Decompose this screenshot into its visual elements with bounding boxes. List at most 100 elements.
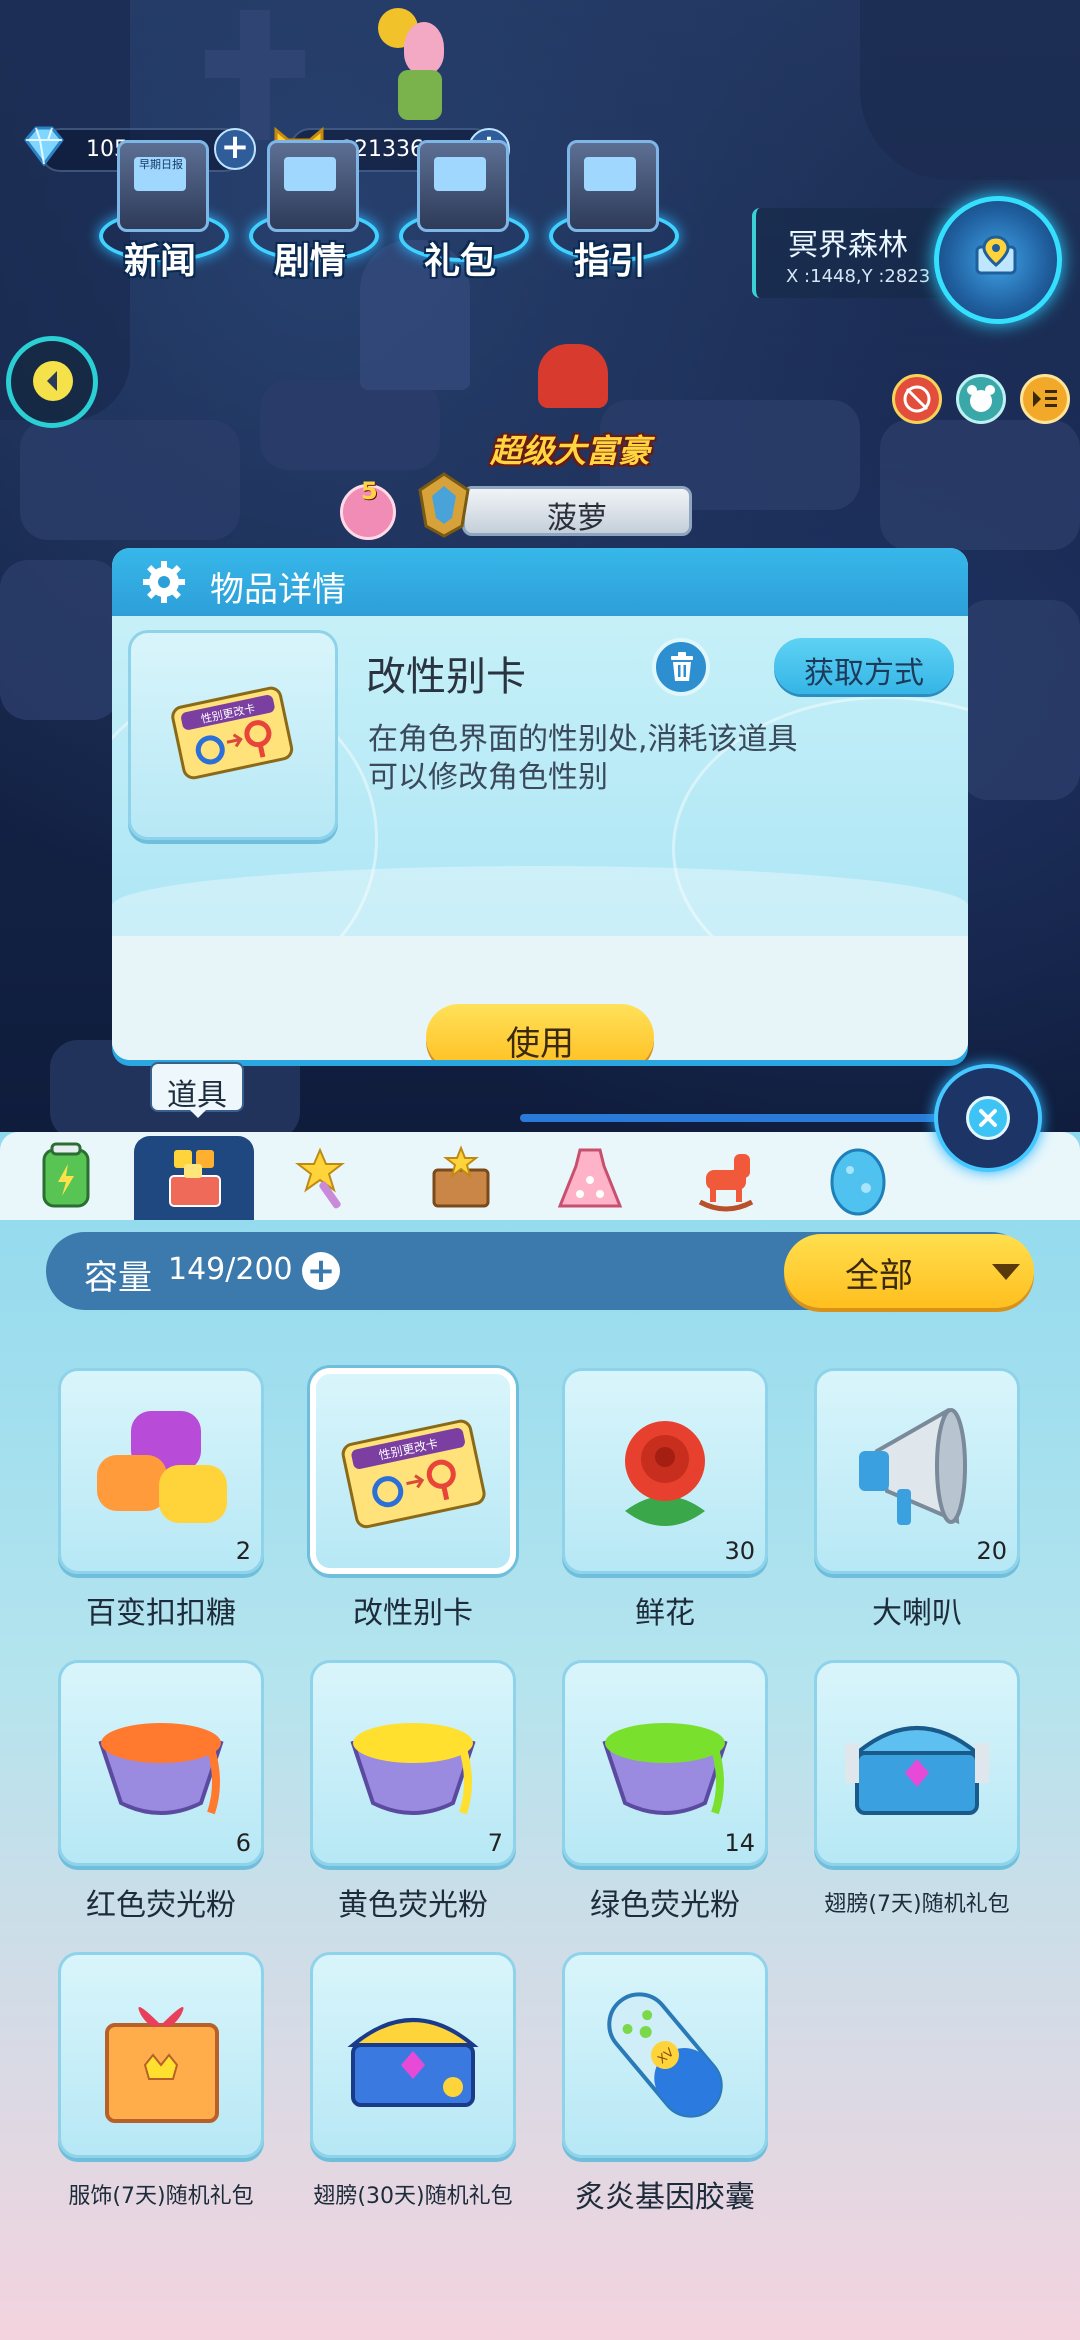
yellow-powder-bowl-icon xyxy=(350,1723,476,1815)
obtain-method-label: 获取方式 xyxy=(804,656,924,691)
no-mute-icon[interactable] xyxy=(892,374,942,424)
inventory-slot-red-powder[interactable]: 6 xyxy=(58,1660,264,1866)
level-badge: 5 xyxy=(340,477,396,540)
item-name: 改性别卡 xyxy=(353,1596,473,1631)
inventory-slot-wing-30d[interactable] xyxy=(310,1952,516,2158)
item-name: 黄色荧光粉 xyxy=(338,1888,488,1923)
close-icon xyxy=(966,1096,1010,1140)
delete-item-button[interactable] xyxy=(652,638,710,696)
tab-consumables[interactable] xyxy=(6,1140,126,1220)
trophy-box-icon xyxy=(432,1145,490,1208)
gift-button[interactable]: 礼包 xyxy=(395,140,529,290)
location-coords: X :1448,Y :2823 xyxy=(786,266,931,287)
inventory-slot-gene-capsule[interactable]: XV xyxy=(562,1952,768,2158)
tab-fashion[interactable] xyxy=(530,1140,650,1220)
inventory-slot-wing-7d[interactable] xyxy=(814,1660,1020,1866)
inventory-slot-gender-card[interactable]: 性别更改卡 xyxy=(310,1368,516,1574)
player-name-plate: 菠萝 xyxy=(462,486,692,536)
item-count: 7 xyxy=(487,1829,503,1857)
inventory-slot-green-powder[interactable]: 14 xyxy=(562,1660,768,1866)
gear-icon xyxy=(142,560,186,604)
treasure-chest-icon xyxy=(845,1726,989,1815)
close-bag-button[interactable] xyxy=(934,1064,1042,1172)
gift-label: 礼包 xyxy=(423,241,496,282)
magic-wand-icon xyxy=(295,1147,345,1209)
guide-label: 指引 xyxy=(573,241,646,282)
item-name: 红色荧光粉 xyxy=(86,1888,236,1923)
item-count: 14 xyxy=(724,1829,755,1857)
gummy-candy-icon xyxy=(97,1411,227,1523)
progress-line xyxy=(520,1114,940,1122)
expand-capacity-button[interactable]: + xyxy=(302,1252,340,1290)
guide-machine-icon xyxy=(567,140,659,232)
tab-magic[interactable] xyxy=(266,1140,386,1220)
battery-icon xyxy=(42,1142,90,1208)
news-screen-text: 早期日报 xyxy=(139,158,183,171)
item-name: 服饰(7天)随机礼包 xyxy=(68,2184,254,2209)
rocking-horse-icon xyxy=(698,1154,754,1212)
filter-dropdown[interactable]: 全部 xyxy=(784,1234,1034,1308)
player-name: 菠萝 xyxy=(547,501,607,536)
back-arrow-button[interactable] xyxy=(6,336,98,428)
pet-icon[interactable] xyxy=(956,374,1006,424)
tab-eggs[interactable] xyxy=(798,1140,918,1220)
detail-title: 物品详情 xyxy=(210,570,346,610)
tab-props[interactable] xyxy=(134,1136,254,1220)
inventory-slot-outfit-7d[interactable] xyxy=(58,1952,264,2158)
egg-icon xyxy=(830,1148,886,1216)
detail-header: 物品详情 xyxy=(112,548,968,616)
inventory-panel: 容量 149/200 + 全部 2 性别更改卡 30 20 百变扣扣糖 改性别卡… xyxy=(0,1132,1080,2340)
use-button[interactable]: 使用 xyxy=(426,1004,654,1060)
news-button[interactable]: 早期日报 新闻 xyxy=(95,140,229,290)
story-button[interactable]: 剧情 xyxy=(245,140,379,290)
use-button-label: 使用 xyxy=(506,1024,574,1060)
capsule-icon: XV xyxy=(607,1992,723,2118)
gender-card-icon: 性别更改卡 xyxy=(341,1419,486,1529)
item-name: 百变扣扣糖 xyxy=(86,1596,236,1631)
news-machine-icon xyxy=(117,140,209,232)
filter-selected: 全部 xyxy=(845,1256,913,1296)
detail-item-slot: 性别更改卡 xyxy=(128,630,338,840)
story-machine-icon xyxy=(267,140,359,232)
treasure-chest-icon xyxy=(347,2018,479,2107)
detail-body: 性别更改卡 改性别卡 获取方式 在角色界面的性别处,消耗该道具 可以修改角色性别 xyxy=(112,616,968,1002)
capacity-label: 容量 xyxy=(84,1258,152,1298)
inventory-slot-megaphone[interactable]: 20 xyxy=(814,1368,1020,1574)
location-name: 冥界森林 xyxy=(788,228,908,263)
obtain-method-button[interactable]: 获取方式 xyxy=(774,638,954,694)
item-name: 翅膀(7天)随机礼包 xyxy=(824,1892,1010,1917)
guide-button[interactable]: 指引 xyxy=(545,140,679,290)
capacity-value: 149/200 xyxy=(168,1252,293,1287)
gift-box-icon xyxy=(105,2007,219,2123)
item-description-line-2: 可以修改角色性别 xyxy=(368,760,608,795)
diamond-icon xyxy=(18,120,68,170)
red-powder-bowl-icon xyxy=(98,1723,224,1815)
item-name: 大喇叭 xyxy=(872,1596,962,1631)
arrow-left-icon xyxy=(33,361,73,401)
item-count: 2 xyxy=(235,1537,251,1565)
props-box-icon xyxy=(169,1150,221,1207)
news-label: 新闻 xyxy=(123,241,196,282)
item-name: 翅膀(30天)随机礼包 xyxy=(313,2184,513,2209)
detail-footer: 使用 xyxy=(112,936,968,1060)
tab-furniture[interactable] xyxy=(400,1140,520,1220)
tab-toys[interactable] xyxy=(666,1140,786,1220)
gift-machine-icon xyxy=(417,140,509,232)
inventory-slot-yellow-powder[interactable]: 7 xyxy=(310,1660,516,1866)
chevron-down-icon xyxy=(992,1264,1020,1280)
character-sprite xyxy=(378,0,448,120)
inventory-slot-candy[interactable]: 2 xyxy=(58,1368,264,1574)
item-name: 炙炎基因胶囊 xyxy=(575,2180,755,2215)
rich-character-icon xyxy=(538,344,608,408)
list-menu-icon[interactable] xyxy=(1020,374,1070,424)
map-pin-icon xyxy=(971,231,1021,281)
rank-emblem-icon xyxy=(414,470,474,540)
tab-tooltip: 道具 xyxy=(152,1064,242,1118)
location-panel: 冥界森林 X :1448,Y :2823 xyxy=(752,208,956,298)
category-tabs xyxy=(0,1132,1080,1220)
item-detail-panel: 物品详情 性别更改卡 改性别卡 获取方式 在角色界面的性别处,消耗该道具 可以修… xyxy=(112,548,968,1060)
item-count: 30 xyxy=(724,1537,755,1565)
item-count: 20 xyxy=(976,1537,1007,1565)
inventory-slot-flower[interactable]: 30 xyxy=(562,1368,768,1574)
map-button[interactable] xyxy=(934,196,1062,324)
